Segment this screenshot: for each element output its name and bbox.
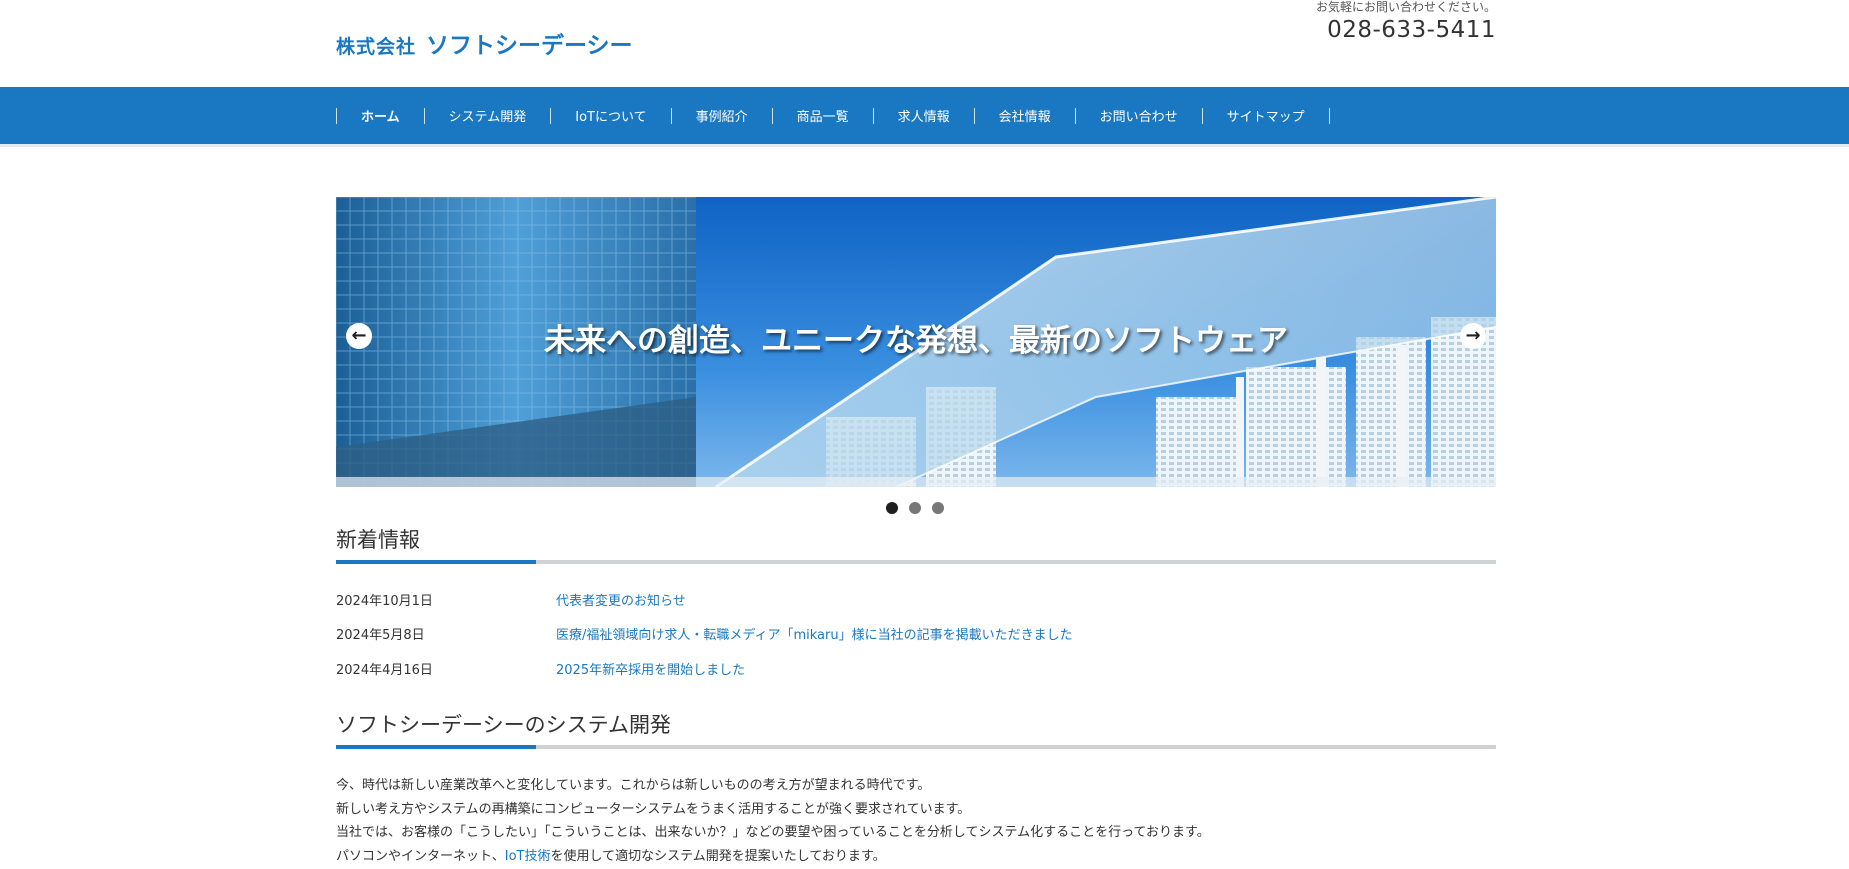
description-line: 当社では、お客様の「こうしたい」「こういうことは、出来ないか？」などの要望や困っ… — [336, 825, 1210, 840]
slider-pagination — [886, 502, 955, 514]
nav-item-iot[interactable]: IoTについて — [551, 106, 670, 125]
nav-item-home[interactable]: ホーム — [337, 106, 424, 125]
news-date: 2024年4月16日 — [336, 663, 433, 678]
iot-link[interactable]: IoT技術 — [505, 849, 551, 864]
site-header: 株式会社 ソフトシーデーシー お気軽にお問い合わせください。 028-633-54… — [0, 0, 1849, 87]
nav-item-company[interactable]: 会社情報 — [975, 106, 1075, 125]
nav-list: ホーム システム開発 IoTについて 事例紹介 商品一覧 求人情報 会社情報 お… — [336, 87, 1330, 144]
news-date: 2024年5月8日 — [336, 628, 425, 643]
news-item: 2024年4月16日 2025年新卒採用を開始しました — [336, 659, 745, 678]
description-text: パソコンやインターネット、 — [336, 848, 505, 864]
nav-separator — [1328, 107, 1330, 124]
hero-caption: 未来への創造、ユニークな発想、最新のソフトウェア — [544, 323, 1288, 359]
slider-dot[interactable] — [909, 502, 921, 514]
nav-item-system-development[interactable]: システム開発 — [425, 106, 551, 125]
nav-item-case-studies[interactable]: 事例紹介 — [672, 106, 772, 125]
logo-name: ソフトシーデーシー — [426, 33, 633, 59]
slider-dot[interactable] — [886, 502, 898, 514]
news-link[interactable]: 代表者変更のお知らせ — [556, 594, 686, 609]
divider-accent — [336, 745, 536, 749]
news-divider — [336, 560, 1496, 564]
news-item: 2024年10月1日 代表者変更のお知らせ — [336, 590, 686, 609]
news-link[interactable]: 2025年新卒採用を開始しました — [556, 663, 745, 678]
hero-slider: 未来への創造、ユニークな発想、最新のソフトウェア ← → — [336, 197, 1496, 487]
description-line: 新しい考え方やシステムの再構築にコンピューターシステムをうまく活用することが強く… — [336, 801, 971, 817]
arrow-left-icon[interactable]: ← — [346, 323, 372, 349]
contact-note: お気軽にお問い合わせください。 — [1315, 0, 1496, 14]
nav-item-sitemap[interactable]: サイトマップ — [1203, 106, 1329, 125]
global-nav: ホーム システム開発 IoTについて 事例紹介 商品一覧 求人情報 会社情報 お… — [0, 87, 1849, 147]
phone-number[interactable]: 028-633-5411 — [1316, 17, 1496, 43]
logo-prefix: 株式会社 — [336, 36, 417, 58]
description-line: パソコンやインターネット、IoT技術を使用して適切なシステム開発を提案いたしてお… — [336, 845, 1210, 869]
system-divider — [336, 745, 1496, 749]
news-item: 2024年5月8日 医療/福祉領域向け求人・転職メディア「mikaru」様に当社の… — [336, 624, 1073, 643]
nav-item-products[interactable]: 商品一覧 — [773, 106, 873, 125]
news-heading: 新着情報 — [336, 528, 420, 552]
system-heading: ソフトシーデーシーのシステム開発 — [336, 713, 671, 737]
slider-dot[interactable] — [932, 502, 944, 514]
company-logo[interactable]: 株式会社 ソフトシーデーシー — [336, 26, 633, 60]
divider-accent — [336, 560, 536, 564]
description-text: を使用して適切なシステム開発を提案いたしております。 — [550, 848, 886, 864]
arrow-right-icon[interactable]: → — [1460, 323, 1486, 349]
description-line: 今、時代は新しい産業改革へと変化しています。これからは新しいものの考え方が望まれ… — [336, 778, 931, 793]
system-description: 今、時代は新しい産業改革へと変化しています。これからは新しいものの考え方が望まれ… — [336, 774, 1210, 868]
news-link[interactable]: 医療/福祉領域向け求人・転職メディア「mikaru」様に当社の記事を掲載いただき… — [556, 628, 1073, 643]
nav-item-recruit[interactable]: 求人情報 — [874, 106, 974, 125]
news-date: 2024年10月1日 — [336, 594, 433, 609]
contact-block: お気軽にお問い合わせください。 028-633-5411 — [1316, 0, 1496, 43]
nav-item-contact[interactable]: お問い合わせ — [1076, 106, 1202, 125]
